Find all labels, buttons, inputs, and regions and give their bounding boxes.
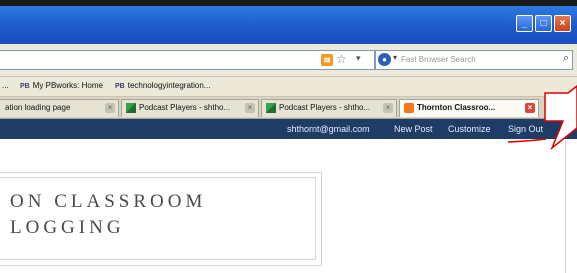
maximize-button[interactable]: □ — [535, 15, 552, 32]
tab-label: Thornton Classroo... — [417, 103, 496, 112]
browser-window: _ □ × ≋ ☆ ▾ ● ▾ Fast Browser Search ⌕ ..… — [0, 6, 577, 273]
search-engine-icon[interactable]: ● — [378, 53, 391, 66]
blog-title-line2[interactable]: LOGGING — [10, 217, 125, 239]
pbworks-favicon-icon — [266, 103, 276, 113]
close-icon[interactable]: × — [105, 103, 115, 113]
window-controls: _ □ × — [516, 15, 571, 32]
blog-header: ON CLASSROOM LOGGING — [0, 172, 322, 266]
blog-title-line1[interactable]: ON CLASSROOM — [10, 191, 206, 213]
chevron-down-icon[interactable]: ▾ — [356, 53, 361, 64]
new-tab-button[interactable]: + — [545, 100, 561, 116]
tab-label: Podcast Players - shtho... — [139, 103, 231, 112]
tab-loading-page[interactable]: ation loading page × — [0, 99, 119, 117]
bookmark-label: technologyintegration... — [127, 81, 211, 90]
rss-feed-icon[interactable]: ≋ — [321, 54, 333, 66]
new-post-link[interactable]: New Post — [394, 124, 433, 134]
bookmark-star-icon[interactable]: ☆ — [336, 52, 347, 66]
minimize-button[interactable]: _ — [516, 15, 533, 32]
tab-label: ation loading page — [5, 103, 71, 112]
tab-podcast-players-2[interactable]: Podcast Players - shtho... × — [261, 99, 397, 117]
close-button[interactable]: × — [554, 15, 571, 32]
chevron-down-icon[interactable]: ▾ — [393, 53, 397, 62]
close-icon[interactable]: × — [525, 103, 535, 113]
navigation-toolbar: ≋ ☆ ▾ ● ▾ Fast Browser Search ⌕ — [0, 44, 577, 77]
search-icon[interactable]: ⌕ — [563, 52, 569, 65]
tab-podcast-players-1[interactable]: Podcast Players - shtho... × — [121, 99, 259, 117]
bookmark-label: My PBworks: Home — [32, 81, 103, 90]
close-icon[interactable]: × — [245, 103, 255, 113]
bookmark-technologyintegration[interactable]: PB technologyintegration... — [115, 81, 210, 90]
content-border — [565, 140, 566, 273]
blogger-navbar: shthornt@gmail.com New Post Customize Si… — [0, 119, 577, 139]
account-email: shthornt@gmail.com — [287, 124, 370, 134]
bookmarks-toolbar: ... PB My PBworks: Home PB technologyinteg… — [0, 77, 577, 97]
pbworks-favicon-icon — [126, 103, 136, 113]
close-icon[interactable]: × — [383, 103, 393, 113]
tab-strip: ation loading page × Podcast Players - s… — [0, 97, 577, 119]
pbworks-icon: PB — [20, 83, 30, 90]
page-content: ON CLASSROOM LOGGING — [0, 140, 577, 273]
sign-out-link[interactable]: Sign Out — [508, 124, 543, 134]
title-bar: _ □ × — [0, 6, 577, 44]
blogger-favicon-icon — [404, 103, 414, 113]
tab-label: Podcast Players - shtho... — [279, 103, 371, 112]
address-bar[interactable]: ≋ ☆ ▾ — [0, 50, 375, 70]
bookmark-pbworks-home[interactable]: PB My PBworks: Home — [20, 81, 103, 90]
bookmark-overflow[interactable]: ... — [2, 81, 9, 90]
tab-thornton-classroom[interactable]: Thornton Classroo... × — [399, 99, 539, 117]
customize-link[interactable]: Customize — [448, 124, 491, 134]
search-input[interactable]: ● ▾ Fast Browser Search ⌕ — [375, 50, 573, 70]
search-placeholder: Fast Browser Search — [401, 55, 476, 64]
pbworks-icon: PB — [115, 83, 125, 90]
